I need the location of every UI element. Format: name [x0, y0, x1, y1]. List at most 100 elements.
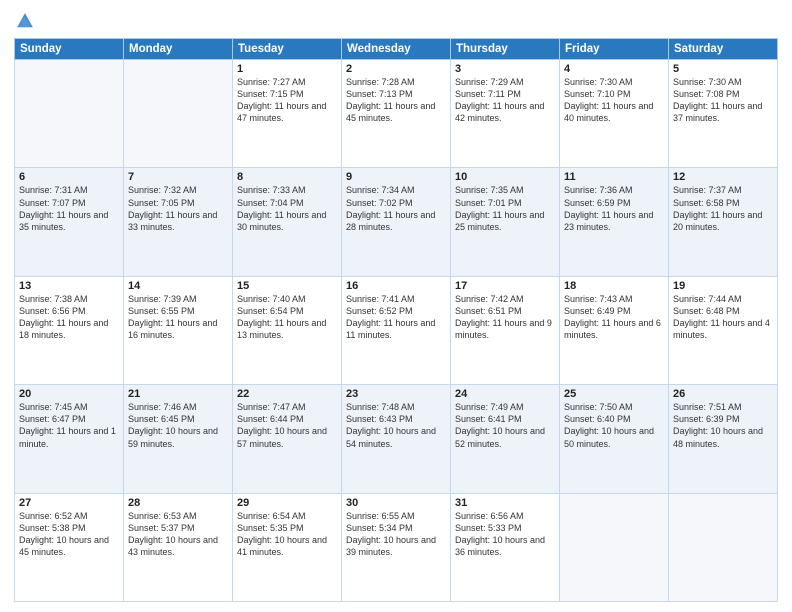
- day-info: Sunrise: 7:30 AM Sunset: 7:10 PM Dayligh…: [564, 76, 664, 125]
- day-info: Sunrise: 7:44 AM Sunset: 6:48 PM Dayligh…: [673, 293, 773, 342]
- day-info: Sunrise: 7:30 AM Sunset: 7:08 PM Dayligh…: [673, 76, 773, 125]
- day-info: Sunrise: 7:45 AM Sunset: 6:47 PM Dayligh…: [19, 401, 119, 450]
- day-cell: 23Sunrise: 7:48 AM Sunset: 6:43 PM Dayli…: [342, 385, 451, 493]
- day-number: 19: [673, 280, 773, 292]
- generalblue-icon: [14, 10, 36, 32]
- day-cell: 21Sunrise: 7:46 AM Sunset: 6:45 PM Dayli…: [124, 385, 233, 493]
- day-number: 8: [237, 171, 337, 183]
- day-info: Sunrise: 7:32 AM Sunset: 7:05 PM Dayligh…: [128, 184, 228, 233]
- day-cell: 14Sunrise: 7:39 AM Sunset: 6:55 PM Dayli…: [124, 276, 233, 384]
- day-number: 6: [19, 171, 119, 183]
- day-info: Sunrise: 7:47 AM Sunset: 6:44 PM Dayligh…: [237, 401, 337, 450]
- col-header-friday: Friday: [560, 39, 669, 60]
- day-cell: [669, 493, 778, 601]
- day-cell: [560, 493, 669, 601]
- day-cell: 9Sunrise: 7:34 AM Sunset: 7:02 PM Daylig…: [342, 168, 451, 276]
- day-info: Sunrise: 7:27 AM Sunset: 7:15 PM Dayligh…: [237, 76, 337, 125]
- week-row-1: 1Sunrise: 7:27 AM Sunset: 7:15 PM Daylig…: [15, 60, 778, 168]
- day-cell: 10Sunrise: 7:35 AM Sunset: 7:01 PM Dayli…: [451, 168, 560, 276]
- day-number: 25: [564, 388, 664, 400]
- day-number: 27: [19, 497, 119, 509]
- day-cell: 20Sunrise: 7:45 AM Sunset: 6:47 PM Dayli…: [15, 385, 124, 493]
- day-number: 24: [455, 388, 555, 400]
- day-info: Sunrise: 7:38 AM Sunset: 6:56 PM Dayligh…: [19, 293, 119, 342]
- day-info: Sunrise: 7:48 AM Sunset: 6:43 PM Dayligh…: [346, 401, 446, 450]
- day-info: Sunrise: 6:53 AM Sunset: 5:37 PM Dayligh…: [128, 510, 228, 559]
- week-row-3: 13Sunrise: 7:38 AM Sunset: 6:56 PM Dayli…: [15, 276, 778, 384]
- day-number: 17: [455, 280, 555, 292]
- day-number: 28: [128, 497, 228, 509]
- col-header-wednesday: Wednesday: [342, 39, 451, 60]
- day-number: 14: [128, 280, 228, 292]
- day-info: Sunrise: 7:43 AM Sunset: 6:49 PM Dayligh…: [564, 293, 664, 342]
- day-number: 9: [346, 171, 446, 183]
- day-info: Sunrise: 6:55 AM Sunset: 5:34 PM Dayligh…: [346, 510, 446, 559]
- week-row-4: 20Sunrise: 7:45 AM Sunset: 6:47 PM Dayli…: [15, 385, 778, 493]
- day-number: 21: [128, 388, 228, 400]
- day-cell: 12Sunrise: 7:37 AM Sunset: 6:58 PM Dayli…: [669, 168, 778, 276]
- col-header-sunday: Sunday: [15, 39, 124, 60]
- day-info: Sunrise: 6:54 AM Sunset: 5:35 PM Dayligh…: [237, 510, 337, 559]
- day-info: Sunrise: 7:28 AM Sunset: 7:13 PM Dayligh…: [346, 76, 446, 125]
- day-info: Sunrise: 6:52 AM Sunset: 5:38 PM Dayligh…: [19, 510, 119, 559]
- col-header-tuesday: Tuesday: [233, 39, 342, 60]
- day-cell: 3Sunrise: 7:29 AM Sunset: 7:11 PM Daylig…: [451, 60, 560, 168]
- day-info: Sunrise: 7:49 AM Sunset: 6:41 PM Dayligh…: [455, 401, 555, 450]
- day-number: 4: [564, 63, 664, 75]
- day-cell: [15, 60, 124, 168]
- day-info: Sunrise: 7:46 AM Sunset: 6:45 PM Dayligh…: [128, 401, 228, 450]
- day-cell: 2Sunrise: 7:28 AM Sunset: 7:13 PM Daylig…: [342, 60, 451, 168]
- day-cell: 18Sunrise: 7:43 AM Sunset: 6:49 PM Dayli…: [560, 276, 669, 384]
- day-number: 1: [237, 63, 337, 75]
- day-number: 12: [673, 171, 773, 183]
- day-number: 18: [564, 280, 664, 292]
- day-number: 30: [346, 497, 446, 509]
- calendar-header-row: SundayMondayTuesdayWednesdayThursdayFrid…: [15, 39, 778, 60]
- day-cell: 22Sunrise: 7:47 AM Sunset: 6:44 PM Dayli…: [233, 385, 342, 493]
- day-number: 10: [455, 171, 555, 183]
- day-cell: 17Sunrise: 7:42 AM Sunset: 6:51 PM Dayli…: [451, 276, 560, 384]
- day-cell: 25Sunrise: 7:50 AM Sunset: 6:40 PM Dayli…: [560, 385, 669, 493]
- day-number: 23: [346, 388, 446, 400]
- week-row-2: 6Sunrise: 7:31 AM Sunset: 7:07 PM Daylig…: [15, 168, 778, 276]
- day-cell: 8Sunrise: 7:33 AM Sunset: 7:04 PM Daylig…: [233, 168, 342, 276]
- day-cell: 4Sunrise: 7:30 AM Sunset: 7:10 PM Daylig…: [560, 60, 669, 168]
- day-info: Sunrise: 7:33 AM Sunset: 7:04 PM Dayligh…: [237, 184, 337, 233]
- logo: [14, 10, 40, 32]
- day-info: Sunrise: 7:37 AM Sunset: 6:58 PM Dayligh…: [673, 184, 773, 233]
- day-info: Sunrise: 7:41 AM Sunset: 6:52 PM Dayligh…: [346, 293, 446, 342]
- day-cell: 1Sunrise: 7:27 AM Sunset: 7:15 PM Daylig…: [233, 60, 342, 168]
- day-cell: 26Sunrise: 7:51 AM Sunset: 6:39 PM Dayli…: [669, 385, 778, 493]
- day-cell: 19Sunrise: 7:44 AM Sunset: 6:48 PM Dayli…: [669, 276, 778, 384]
- day-cell: 24Sunrise: 7:49 AM Sunset: 6:41 PM Dayli…: [451, 385, 560, 493]
- day-info: Sunrise: 7:35 AM Sunset: 7:01 PM Dayligh…: [455, 184, 555, 233]
- day-number: 26: [673, 388, 773, 400]
- week-row-5: 27Sunrise: 6:52 AM Sunset: 5:38 PM Dayli…: [15, 493, 778, 601]
- day-cell: 6Sunrise: 7:31 AM Sunset: 7:07 PM Daylig…: [15, 168, 124, 276]
- col-header-saturday: Saturday: [669, 39, 778, 60]
- day-cell: 27Sunrise: 6:52 AM Sunset: 5:38 PM Dayli…: [15, 493, 124, 601]
- day-cell: 11Sunrise: 7:36 AM Sunset: 6:59 PM Dayli…: [560, 168, 669, 276]
- col-header-monday: Monday: [124, 39, 233, 60]
- day-number: 3: [455, 63, 555, 75]
- day-number: 15: [237, 280, 337, 292]
- day-cell: 15Sunrise: 7:40 AM Sunset: 6:54 PM Dayli…: [233, 276, 342, 384]
- day-cell: 13Sunrise: 7:38 AM Sunset: 6:56 PM Dayli…: [15, 276, 124, 384]
- day-number: 20: [19, 388, 119, 400]
- day-cell: 28Sunrise: 6:53 AM Sunset: 5:37 PM Dayli…: [124, 493, 233, 601]
- calendar-table: SundayMondayTuesdayWednesdayThursdayFrid…: [14, 38, 778, 602]
- day-cell: 5Sunrise: 7:30 AM Sunset: 7:08 PM Daylig…: [669, 60, 778, 168]
- day-info: Sunrise: 7:42 AM Sunset: 6:51 PM Dayligh…: [455, 293, 555, 342]
- day-number: 2: [346, 63, 446, 75]
- header: [14, 10, 778, 32]
- day-number: 31: [455, 497, 555, 509]
- day-info: Sunrise: 7:50 AM Sunset: 6:40 PM Dayligh…: [564, 401, 664, 450]
- day-info: Sunrise: 7:40 AM Sunset: 6:54 PM Dayligh…: [237, 293, 337, 342]
- day-cell: 16Sunrise: 7:41 AM Sunset: 6:52 PM Dayli…: [342, 276, 451, 384]
- day-info: Sunrise: 7:34 AM Sunset: 7:02 PM Dayligh…: [346, 184, 446, 233]
- day-number: 11: [564, 171, 664, 183]
- day-cell: [124, 60, 233, 168]
- day-cell: 30Sunrise: 6:55 AM Sunset: 5:34 PM Dayli…: [342, 493, 451, 601]
- day-info: Sunrise: 7:39 AM Sunset: 6:55 PM Dayligh…: [128, 293, 228, 342]
- day-number: 16: [346, 280, 446, 292]
